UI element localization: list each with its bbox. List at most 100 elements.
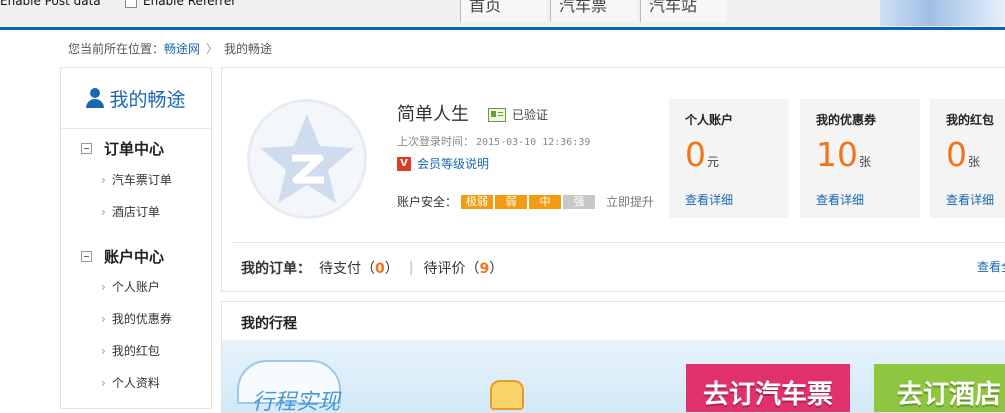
stat-card-red-packets: 我的红包 0张 查看详细 bbox=[930, 99, 1005, 218]
my-trips-panel: 我的行程 行程实现 去订汽车票 去订酒店 bbox=[221, 301, 1005, 413]
profile-panel: 简单人生 已验证 上次登录时间： 2015-03-10 12:36:39 V 会员… bbox=[221, 67, 1005, 292]
sidebar-title-label: 我的畅途 bbox=[109, 88, 186, 111]
collapse-icon[interactable] bbox=[81, 251, 92, 262]
sidebar-group-orders[interactable]: 订单中心 bbox=[81, 138, 164, 159]
chevron-right-icon: › bbox=[101, 173, 106, 187]
stat-unit: 张 bbox=[859, 155, 872, 169]
stat-number: 0 bbox=[946, 135, 967, 174]
avatar-star-icon bbox=[260, 114, 354, 203]
book-bus-ticket-button[interactable]: 去订汽车票 bbox=[686, 364, 850, 412]
enable-referrer-label: Enable Referrer bbox=[143, 0, 237, 8]
stat-value: 0元 bbox=[685, 135, 719, 182]
trips-slogan: 行程实现 bbox=[252, 390, 341, 413]
sidebar-item-coupons[interactable]: › 我的优惠券 bbox=[101, 310, 172, 327]
pending-payment-label: 待支付（ bbox=[319, 261, 375, 277]
member-level-link[interactable]: V 会员等级说明 bbox=[397, 155, 489, 172]
book-bus-ticket-label: 去订汽车票 bbox=[702, 380, 833, 410]
header-divider bbox=[0, 27, 1005, 30]
bus-icon bbox=[490, 380, 524, 410]
pending-payment-close: ） bbox=[384, 261, 399, 277]
sidebar-item-hotel-orders[interactable]: › 酒店订单 bbox=[101, 203, 160, 220]
checkbox-icon[interactable] bbox=[125, 0, 137, 8]
security-level-very-weak: 极弱 bbox=[461, 194, 494, 209]
sidebar-item-label: 汽车票订单 bbox=[111, 173, 172, 187]
view-all-orders-link[interactable]: 查看全 bbox=[977, 258, 1005, 275]
pending-review-count: 9 bbox=[479, 261, 490, 277]
nav-bus-station[interactable]: 汽车站 bbox=[640, 0, 727, 22]
stat-value: 10张 bbox=[816, 135, 871, 182]
breadcrumb-current: 我的畅途 bbox=[224, 42, 273, 56]
orders-separator: | bbox=[408, 260, 414, 276]
book-hotel-button[interactable]: 去订酒店 bbox=[874, 364, 1005, 412]
chevron-right-icon: › bbox=[101, 312, 106, 326]
orders-label: 我的订单： bbox=[241, 261, 311, 277]
stat-unit: 元 bbox=[707, 155, 720, 169]
sidebar-item-bus-orders[interactable]: › 汽车票订单 bbox=[101, 171, 172, 188]
verified-label: 已验证 bbox=[512, 108, 549, 122]
chevron-right-icon: › bbox=[101, 280, 106, 294]
sidebar-group-label: 订单中心 bbox=[104, 140, 165, 158]
breadcrumb-home-link[interactable]: 畅途网 bbox=[164, 42, 200, 56]
sidebar-item-label: 我的红包 bbox=[111, 344, 160, 358]
stat-label: 个人账户 bbox=[685, 113, 734, 127]
book-hotel-label: 去订酒店 bbox=[896, 380, 1001, 410]
pending-review-label: 待评价（ bbox=[423, 261, 480, 277]
stat-number: 10 bbox=[816, 135, 858, 174]
collapse-icon[interactable] bbox=[81, 143, 92, 154]
breadcrumb-prefix: 您当前所在位置： bbox=[68, 42, 165, 56]
profile-divider bbox=[232, 242, 1005, 243]
stat-label: 我的优惠券 bbox=[816, 113, 877, 127]
pending-payment-count: 0 bbox=[375, 261, 385, 277]
pending-payment-link[interactable]: 待支付（0） bbox=[319, 258, 399, 278]
username: 简单人生 bbox=[397, 104, 469, 125]
enable-post-data-label: Enable Post data bbox=[0, 0, 101, 8]
chevron-right-icon: › bbox=[101, 376, 106, 390]
sidebar-item-personal-account[interactable]: › 个人账户 bbox=[101, 278, 160, 295]
my-orders-summary: 我的订单： 待支付（0） | 待评价（9） bbox=[241, 258, 503, 278]
verified-badge: 已验证 bbox=[488, 106, 548, 123]
stat-unit: 张 bbox=[968, 155, 981, 169]
user-icon bbox=[86, 88, 105, 108]
security-level-medium: 中 bbox=[529, 194, 562, 209]
stat-detail-link[interactable]: 查看详细 bbox=[946, 191, 994, 208]
chevron-right-icon: › bbox=[101, 344, 106, 358]
sidebar-group-account[interactable]: 账户中心 bbox=[81, 246, 164, 267]
chevron-right-icon: › bbox=[101, 205, 106, 219]
breadcrumb-separator: 〉 bbox=[206, 42, 219, 56]
security-level-weak: 弱 bbox=[495, 194, 528, 209]
avatar[interactable] bbox=[247, 99, 367, 219]
stat-detail-link[interactable]: 查看详细 bbox=[685, 191, 733, 208]
sidebar-item-label: 酒店订单 bbox=[111, 205, 160, 219]
sidebar-item-label: 个人账户 bbox=[111, 280, 160, 294]
breadcrumb: 您当前所在位置：畅途网〉我的畅途 bbox=[68, 40, 272, 57]
dev-toolbar: Enable Post data Enable Referrer 首页 汽车票 … bbox=[0, 0, 1005, 28]
nav-bus-ticket[interactable]: 汽车票 bbox=[550, 0, 637, 22]
last-login-label: 上次登录时间： bbox=[397, 135, 474, 148]
pending-review-link[interactable]: 待评价（9） bbox=[423, 258, 503, 278]
trips-title: 我的行程 bbox=[241, 316, 297, 332]
id-card-icon bbox=[488, 107, 506, 122]
sidebar: 我的畅途 订单中心 › 汽车票订单 › 酒店订单 账户中心 › 个人账户 › 我的优惠券… bbox=[60, 67, 212, 409]
security-label: 账户安全： bbox=[397, 195, 458, 209]
stat-card-coupons: 我的优惠券 10张 查看详细 bbox=[800, 99, 920, 218]
enable-post-data-option[interactable]: Enable Post data bbox=[0, 0, 101, 8]
stat-card-account: 个人账户 0元 查看详细 bbox=[669, 99, 789, 218]
sidebar-title[interactable]: 我的畅途 bbox=[61, 68, 211, 129]
account-security: 账户安全： 极弱 弱 中 强 立即提升 bbox=[397, 193, 654, 210]
enable-referrer-option[interactable]: Enable Referrer bbox=[125, 0, 236, 8]
nav-home[interactable]: 首页 bbox=[460, 0, 547, 22]
sidebar-group-label: 账户中心 bbox=[104, 248, 165, 266]
member-level-label: 会员等级说明 bbox=[417, 157, 490, 171]
sidebar-item-profile[interactable]: › 个人资料 bbox=[101, 374, 160, 391]
vip-level-icon: V bbox=[397, 156, 411, 171]
stat-value: 0张 bbox=[946, 135, 980, 182]
header-banner-image bbox=[880, 0, 1005, 26]
sidebar-item-red-packets[interactable]: › 我的红包 bbox=[101, 342, 160, 359]
security-level-strong: 强 bbox=[563, 194, 596, 209]
sidebar-item-label: 我的优惠券 bbox=[111, 312, 172, 326]
raise-security-link[interactable]: 立即提升 bbox=[606, 193, 654, 210]
last-login-time: 2015-03-10 12:36:39 bbox=[476, 137, 591, 148]
stat-detail-link[interactable]: 查看详细 bbox=[816, 191, 864, 208]
last-login: 上次登录时间： 2015-03-10 12:36:39 bbox=[397, 133, 590, 149]
sidebar-item-label: 个人资料 bbox=[111, 376, 160, 390]
